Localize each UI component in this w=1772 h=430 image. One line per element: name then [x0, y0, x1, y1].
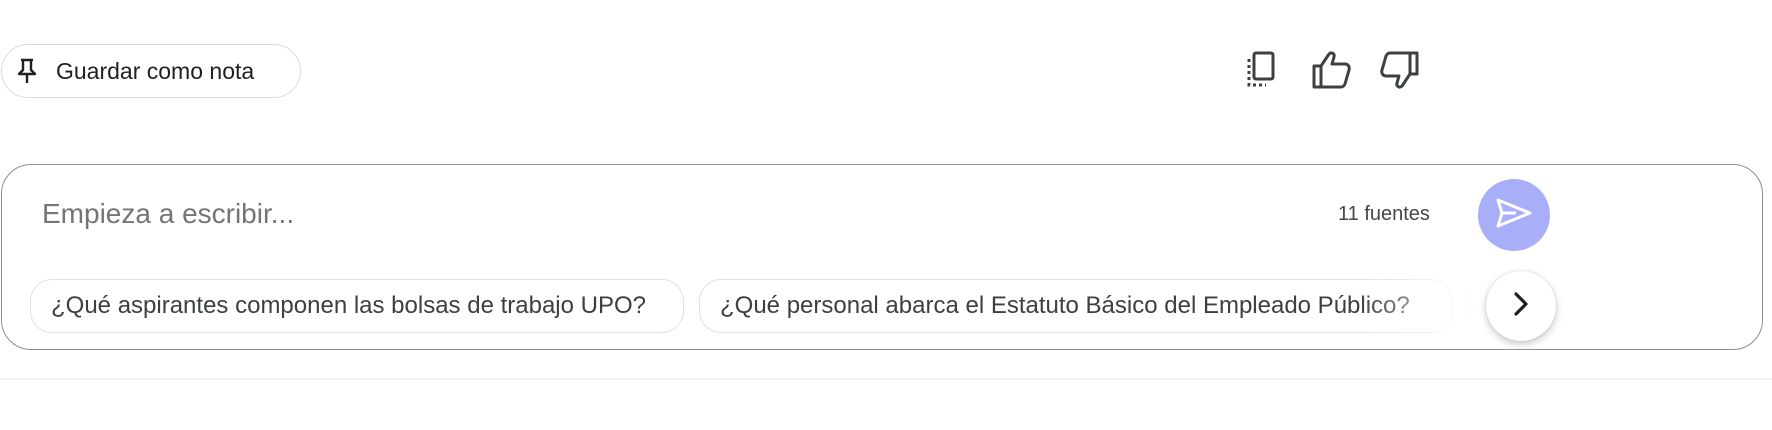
copy-button[interactable]: [1238, 50, 1282, 94]
response-toolbar: Guardar como nota: [0, 0, 1772, 150]
send-icon: [1496, 198, 1532, 233]
thumbs-down-button[interactable]: [1378, 50, 1422, 94]
suggestion-chips: ¿Qué aspirantes componen las bolsas de t…: [30, 279, 1530, 335]
chat-input[interactable]: [42, 191, 1242, 237]
suggestion-chip[interactable]: ¿Qué aspirantes componen las bolsas de t…: [30, 279, 684, 333]
pin-icon: [16, 58, 38, 84]
thumbs-down-icon: [1379, 50, 1421, 95]
thumbs-up-button[interactable]: [1309, 50, 1353, 94]
thumbs-up-icon: [1310, 50, 1352, 95]
send-button[interactable]: [1478, 179, 1550, 251]
save-as-note-label: Guardar como nota: [56, 57, 255, 84]
chevron-right-icon: [1511, 291, 1531, 322]
divider: [0, 378, 1772, 380]
chat-composer: 11 fuentes ¿Qué aspirantes componen las …: [1, 164, 1763, 350]
save-as-note-button[interactable]: Guardar como nota: [1, 44, 301, 98]
copy-icon: [1242, 50, 1278, 95]
next-suggestions-button[interactable]: [1486, 271, 1556, 341]
sources-count: 11 fuentes: [1338, 203, 1430, 225]
suggestion-chip[interactable]: ¿Qué personal abarca el Estatuto Básico …: [699, 279, 1453, 333]
